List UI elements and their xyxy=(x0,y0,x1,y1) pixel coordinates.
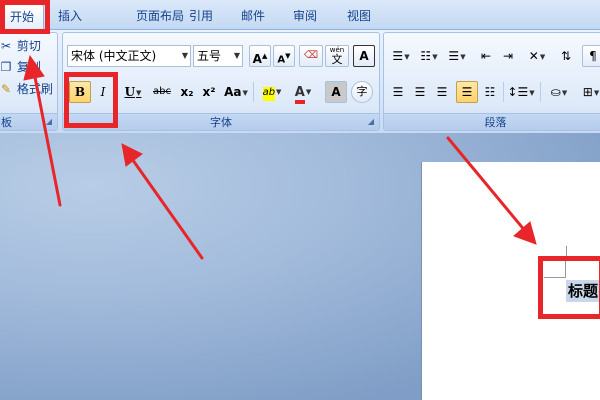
arrow-to-heading xyxy=(446,136,528,234)
arrow-to-home-tab xyxy=(32,70,62,207)
arrow-to-bold-italic xyxy=(128,154,204,260)
annotation-arrows xyxy=(23,54,537,260)
arrow-head xyxy=(23,54,45,81)
arrow-head xyxy=(121,143,143,167)
arrow-head xyxy=(513,221,537,245)
